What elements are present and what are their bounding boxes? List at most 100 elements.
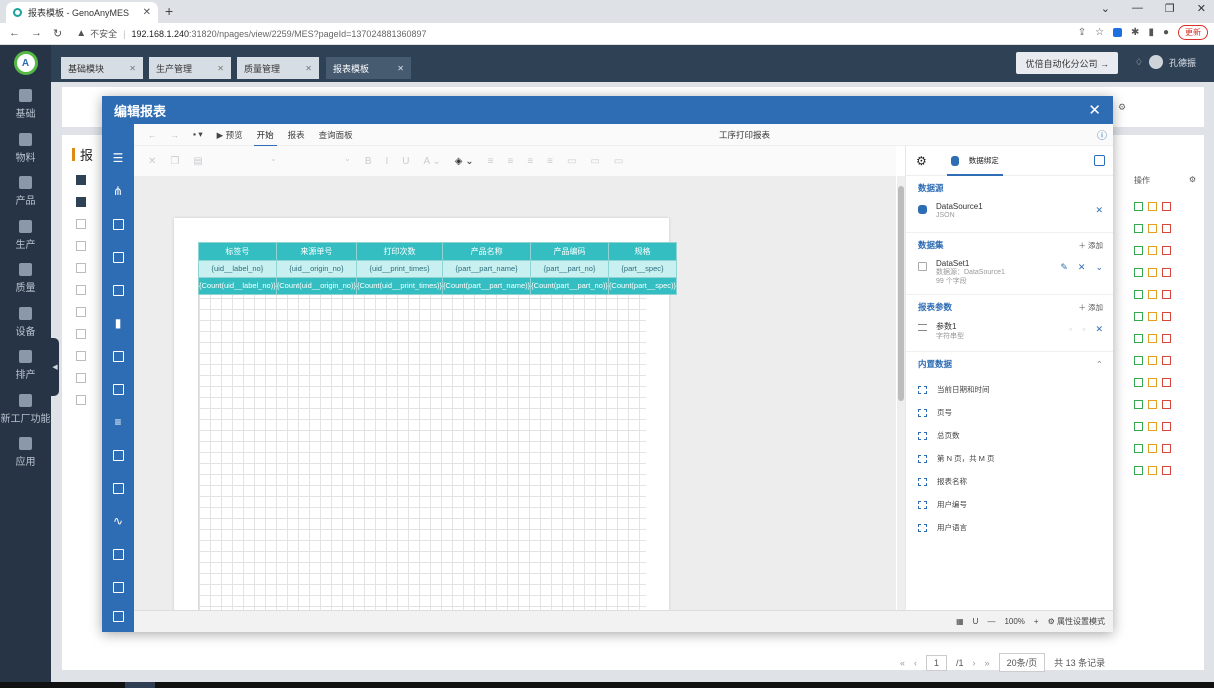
builtin-item[interactable]: 页号 bbox=[918, 401, 1103, 424]
settings-gear-icon[interactable]: ⚙ bbox=[1118, 102, 1126, 113]
edit-icon[interactable] bbox=[1148, 465, 1157, 475]
sidebar-collapse-handle[interactable]: ◀ bbox=[51, 338, 59, 396]
progress-icon[interactable] bbox=[111, 547, 125, 561]
add-param-button[interactable]: ＋ 添加 bbox=[1078, 302, 1103, 313]
delete-icon[interactable] bbox=[1162, 399, 1171, 409]
last-page-icon[interactable]: » bbox=[985, 658, 990, 668]
list-icon[interactable]: ≡ bbox=[111, 415, 125, 429]
table-cell[interactable]: {uid__label_no} bbox=[198, 260, 277, 278]
update-button[interactable]: 更新 bbox=[1178, 25, 1208, 40]
table-cell[interactable]: {part__part_no} bbox=[530, 260, 609, 278]
tab-report-template[interactable]: 报表模板 ✕ bbox=[326, 57, 411, 79]
edit-icon[interactable] bbox=[1148, 399, 1157, 409]
table-cell[interactable]: 标签号 bbox=[198, 242, 277, 261]
edit-icon[interactable] bbox=[1148, 311, 1157, 321]
view-icon[interactable] bbox=[1134, 399, 1143, 409]
delete-icon[interactable] bbox=[1162, 443, 1171, 453]
profile-icon[interactable]: ● bbox=[1163, 27, 1169, 38]
layout-icon[interactable] bbox=[111, 217, 125, 231]
dataset-item[interactable]: DataSet1 数据源：DataSource1 99 个字段 ✎ ✕ ⌄ bbox=[918, 259, 1103, 286]
table-cell[interactable]: {uid__print_times} bbox=[355, 260, 444, 278]
paste-icon[interactable]: ▤ bbox=[193, 156, 202, 167]
edit-icon[interactable] bbox=[1148, 245, 1157, 255]
justify-icon[interactable]: ≡ bbox=[547, 156, 553, 167]
sidebar-item-product[interactable]: 产品 bbox=[0, 170, 51, 214]
sidebar-item-apps[interactable]: 应用 bbox=[0, 431, 51, 475]
view-icon[interactable] bbox=[1134, 355, 1143, 365]
back-icon[interactable]: ← bbox=[9, 27, 20, 40]
properties-gear-icon[interactable]: ⚙ bbox=[916, 154, 927, 168]
table-cell[interactable]: 产品名称 bbox=[442, 242, 532, 261]
delete-icon[interactable] bbox=[1162, 223, 1171, 233]
font-family-select[interactable]: ⌄ bbox=[217, 154, 277, 168]
valign-bottom-icon[interactable]: ▭ bbox=[614, 156, 623, 167]
table-cell[interactable]: {Count(uid__print_times)} bbox=[355, 277, 444, 295]
panel-dock-icon[interactable] bbox=[1094, 155, 1105, 166]
restore-icon[interactable]: ❐ bbox=[1165, 2, 1175, 15]
delete-icon[interactable] bbox=[1162, 421, 1171, 431]
edit-icon[interactable] bbox=[1148, 289, 1157, 299]
bar-chart-icon[interactable]: ▮ bbox=[111, 316, 125, 330]
italic-icon[interactable]: I bbox=[385, 156, 388, 167]
textbox-icon[interactable] bbox=[111, 349, 125, 363]
builtin-item[interactable]: 用户编号 bbox=[918, 493, 1103, 516]
sidebar-item-scheduling[interactable]: 排产 bbox=[0, 344, 51, 388]
builtin-item[interactable]: 总页数 bbox=[918, 424, 1103, 447]
puzzle-icon[interactable]: ✱ bbox=[1131, 27, 1139, 38]
view-icon[interactable] bbox=[1134, 443, 1143, 453]
delete-icon[interactable] bbox=[1162, 289, 1171, 299]
valign-top-icon[interactable]: ▭ bbox=[567, 156, 576, 167]
undo-icon[interactable]: ← bbox=[148, 130, 157, 140]
richtext-icon[interactable] bbox=[111, 609, 125, 623]
company-switch-button[interactable]: 优倍自动化分公司 → bbox=[1016, 52, 1118, 74]
delete-icon[interactable] bbox=[1162, 245, 1171, 255]
view-icon[interactable] bbox=[1134, 223, 1143, 233]
table-cell[interactable]: {Count(uid__label_no)} bbox=[198, 277, 277, 295]
zoom-out-icon[interactable]: — bbox=[987, 617, 995, 626]
design-canvas[interactable]: 标签号 来源单号 打印次数 产品名称 产品编码 规格 {uid__label_n… bbox=[134, 176, 896, 610]
close-dialog-icon[interactable]: ✕ bbox=[1088, 101, 1101, 119]
view-icon[interactable] bbox=[1134, 201, 1143, 211]
edit-icon[interactable] bbox=[1148, 201, 1157, 211]
table-cell[interactable]: {part__part_name} bbox=[442, 260, 532, 278]
datasource-item[interactable]: DataSource1 JSON ✕ bbox=[918, 202, 1103, 224]
view-icon[interactable] bbox=[1134, 245, 1143, 255]
row-checkbox[interactable] bbox=[76, 329, 86, 339]
table-cell[interactable]: 规格 bbox=[607, 242, 678, 261]
user-menu[interactable]: ♢ 孔德振 bbox=[1135, 55, 1196, 69]
delete-icon[interactable] bbox=[1162, 465, 1171, 475]
page-number-input[interactable]: 1 bbox=[926, 654, 948, 671]
delete-icon[interactable] bbox=[1162, 355, 1171, 365]
forward-icon[interactable]: → bbox=[31, 27, 42, 40]
collapse-chevron-icon[interactable]: ⌃ bbox=[1096, 359, 1103, 370]
tab-quality[interactable]: 质量管理 ✕ bbox=[237, 57, 319, 79]
builtin-item[interactable]: 用户语言 bbox=[918, 516, 1103, 539]
share-icon[interactable]: ⇪ bbox=[1078, 27, 1086, 38]
view-icon[interactable] bbox=[1134, 267, 1143, 277]
tab-production[interactable]: 生产管理 ✕ bbox=[149, 57, 231, 79]
expand-dataset-icon[interactable]: ⌄ bbox=[1095, 262, 1103, 273]
param-item[interactable]: 参数1 字符串型 ▫ ▫ ✕ bbox=[918, 321, 1103, 343]
delete-icon[interactable] bbox=[1162, 201, 1171, 211]
row-checkbox[interactable] bbox=[76, 351, 86, 361]
grid-toggle-icon[interactable]: ▦ bbox=[956, 617, 964, 626]
close-icon[interactable]: ✕ bbox=[129, 64, 136, 73]
report-table[interactable]: 标签号 来源单号 打印次数 产品名称 产品编码 规格 {uid__label_n… bbox=[198, 242, 678, 295]
sidebar-item-equipment[interactable]: 设备 bbox=[0, 301, 51, 345]
cut-icon[interactable]: ✕ bbox=[148, 156, 156, 167]
edit-icon[interactable] bbox=[1148, 421, 1157, 431]
font-size-select[interactable]: ⌄ bbox=[291, 154, 351, 168]
table-icon[interactable] bbox=[111, 250, 125, 264]
row-checkbox[interactable] bbox=[76, 197, 86, 207]
table-cell[interactable]: {part__spec} bbox=[607, 260, 678, 278]
zoom-in-icon[interactable]: + bbox=[1034, 617, 1039, 626]
builtin-item[interactable]: 第 N 页，共 M 页 bbox=[918, 447, 1103, 470]
sidebar-item-basic[interactable]: 基础 bbox=[0, 83, 51, 127]
sidebar-item-new-factory[interactable]: 新工厂功能 bbox=[0, 388, 51, 432]
table-cell[interactable]: 产品编码 bbox=[530, 242, 609, 261]
sidebar-item-quality[interactable]: 质量 bbox=[0, 257, 51, 301]
url-field[interactable]: ▲ 不安全 | 192.168.1.240 :31820/npages/view… bbox=[76, 27, 426, 40]
view-icon[interactable] bbox=[1134, 421, 1143, 431]
extension-icon[interactable] bbox=[1113, 28, 1123, 37]
param-down-icon[interactable]: ▫ bbox=[1082, 324, 1085, 335]
